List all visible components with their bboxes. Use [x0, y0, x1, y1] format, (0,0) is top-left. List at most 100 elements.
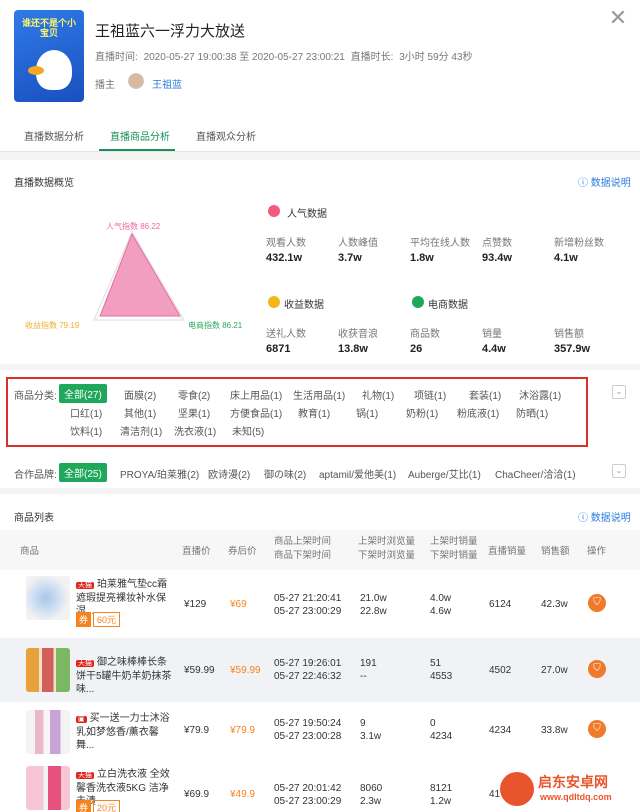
chevron-down-icon[interactable]: ⌄ — [612, 464, 626, 478]
brand-chip[interactable]: Auberge/艾比(1) — [408, 466, 481, 481]
live-sales: 4234 — [489, 725, 512, 736]
category-chip[interactable]: 零食(2) — [178, 387, 210, 402]
sales-down: 4553 — [430, 671, 453, 682]
category-chip[interactable]: 其他(1) — [124, 405, 156, 420]
anchor-name-link[interactable]: 王祖蓝 — [152, 76, 182, 91]
metric-value: 4.1w — [554, 252, 578, 264]
product-title[interactable]: 买一送一力士沐浴乳如梦悠香/薰衣馨舞... — [76, 713, 170, 751]
col-header-views-up: 上架时浏览量 — [358, 536, 416, 547]
product-name[interactable]: 天猫 御之味棒棒长条饼干5罐牛奶羊奶抹茶味... — [76, 656, 174, 696]
category-chip[interactable]: 坚果(1) — [178, 405, 210, 420]
chevron-down-icon[interactable]: ⌄ — [612, 385, 626, 399]
metric-label: 商品数 — [410, 329, 440, 340]
category-chip[interactable]: 生活用品(1) — [293, 387, 345, 402]
col-header-after-coupon: 券后价 — [228, 546, 257, 557]
product-image[interactable] — [26, 576, 70, 620]
metric-value: 26 — [410, 343, 423, 355]
ecommerce-icon — [412, 296, 424, 308]
category-chip[interactable]: 洗衣液(1) — [174, 423, 216, 438]
store-tag: ▣ — [76, 716, 87, 723]
radar-label-ecommerce: 电商指数 86.21 — [188, 321, 243, 330]
overview-help-link[interactable]: ⓘ 数据说明 — [578, 174, 631, 189]
metric-label: 观看人数 — [266, 238, 306, 249]
close-icon[interactable]: ✕ — [606, 6, 630, 30]
views-down: -- — [360, 671, 367, 682]
category-chip[interactable]: 未知(5) — [232, 423, 264, 438]
category-chip[interactable]: 方便食品(1) — [230, 405, 282, 420]
product-name[interactable]: ▣ 买一送一力士沐浴乳如梦悠香/薰衣馨舞... — [76, 712, 174, 752]
category-chip[interactable]: 教育(1) — [298, 405, 330, 420]
live-price: ¥59.99 — [184, 665, 215, 676]
category-filter-label: 商品分类: — [14, 391, 57, 402]
category-chip[interactable]: 饮料(1) — [70, 423, 102, 438]
category-chip[interactable]: 面膜(2) — [124, 387, 156, 402]
metric-label: 销量 — [482, 329, 502, 340]
product-image[interactable] — [26, 648, 70, 692]
shopping-bag-icon[interactable]: ⛉ — [588, 720, 606, 738]
brand-chip[interactable]: 欧诗漫(2) — [208, 466, 250, 481]
metric-label: 平均在线人数 — [410, 238, 470, 249]
product-image[interactable] — [26, 766, 70, 810]
sales-up: 8121 — [430, 783, 453, 794]
views-up: 9 — [360, 718, 366, 729]
coupon-label: 券 — [76, 800, 92, 812]
category-chip[interactable]: 防晒(1) — [516, 405, 548, 420]
category-chip[interactable]: 床上用品(1) — [230, 387, 282, 402]
col-header-revenue: 销售额 — [541, 546, 570, 557]
avatar[interactable] — [128, 73, 144, 89]
product-image[interactable] — [26, 710, 70, 754]
metric-label: 收获音浪 — [338, 329, 378, 340]
section-divider — [0, 152, 640, 160]
coupon-badge: 券 20元 — [76, 800, 121, 812]
page-title: 王祖蓝六一浮力大放送 — [95, 23, 246, 40]
category-chip[interactable]: 粉底液(1) — [457, 405, 499, 420]
brand-chip[interactable]: aptamil/爱他美(1) — [319, 466, 396, 481]
category-chip[interactable]: 套装(1) — [469, 387, 501, 402]
category-chip-all[interactable]: 全部(27) — [59, 384, 107, 403]
metric-value: 432.1w — [266, 252, 303, 264]
brand-chip[interactable]: PROYA/珀莱雅(2) — [120, 466, 199, 481]
col-header-live-sales: 直播销量 — [488, 546, 527, 557]
metric-label: 销售额 — [554, 329, 584, 340]
category-chip[interactable]: 沐浴露(1) — [519, 387, 561, 402]
section-divider — [0, 488, 640, 494]
tab-live-products[interactable]: 直播商品分析 — [110, 128, 170, 143]
section-divider — [0, 364, 640, 370]
shopping-bag-icon[interactable]: ⛉ — [588, 660, 606, 678]
tab-active-underline — [99, 149, 175, 151]
sales-up: 51 — [430, 658, 442, 669]
live-sales: 6124 — [489, 599, 512, 610]
brand-chip-all[interactable]: 全部(25) — [59, 463, 107, 482]
revenue-group-title: 收益数据 — [284, 300, 324, 311]
down-time: 05-27 22:46:32 — [274, 671, 342, 682]
live-cover-image[interactable]: 谁还不是个小宝贝 — [14, 10, 84, 102]
tmall-tag: 天猫 — [76, 660, 94, 667]
category-chip[interactable]: 清洁剂(1) — [120, 423, 162, 438]
col-header-live-price: 直播价 — [182, 546, 211, 557]
sales-down: 4.6w — [430, 606, 452, 617]
category-chip[interactable]: 奶粉(1) — [406, 405, 438, 420]
metric-value: 6871 — [266, 343, 291, 355]
tmall-tag: 天猫 — [76, 772, 94, 779]
category-chip[interactable]: 项链(1) — [414, 387, 446, 402]
live-sales: 4502 — [489, 665, 512, 676]
up-time: 05-27 19:26:01 — [274, 658, 342, 669]
down-time: 05-27 23:00:29 — [274, 606, 342, 617]
tmall-tag: 天猫 — [76, 582, 94, 589]
shopping-bag-icon[interactable]: ⛉ — [588, 594, 606, 612]
tab-live-data[interactable]: 直播数据分析 — [24, 128, 84, 143]
category-chip[interactable]: 口红(1) — [70, 405, 102, 420]
anchor-label: 播主 — [95, 80, 115, 91]
tab-live-audience[interactable]: 直播观众分析 — [196, 128, 256, 143]
category-chip[interactable]: 礼物(1) — [362, 387, 394, 402]
live-price: ¥69.9 — [184, 789, 210, 800]
coupon-label: 券 — [76, 612, 92, 627]
col-header-views-down: 下架时浏览量 — [358, 550, 416, 561]
product-list-help-link[interactable]: ⓘ 数据说明 — [578, 509, 631, 524]
brand-chip[interactable]: 御の味(2) — [264, 466, 306, 481]
brand-chip[interactable]: ChaCheer/洽洽(1) — [495, 466, 576, 481]
category-chip[interactable]: 锅(1) — [356, 405, 378, 420]
ecommerce-group-title: 电商数据 — [428, 300, 468, 311]
sales-down: 4234 — [430, 731, 453, 742]
product-list-title: 商品列表 — [14, 513, 54, 524]
